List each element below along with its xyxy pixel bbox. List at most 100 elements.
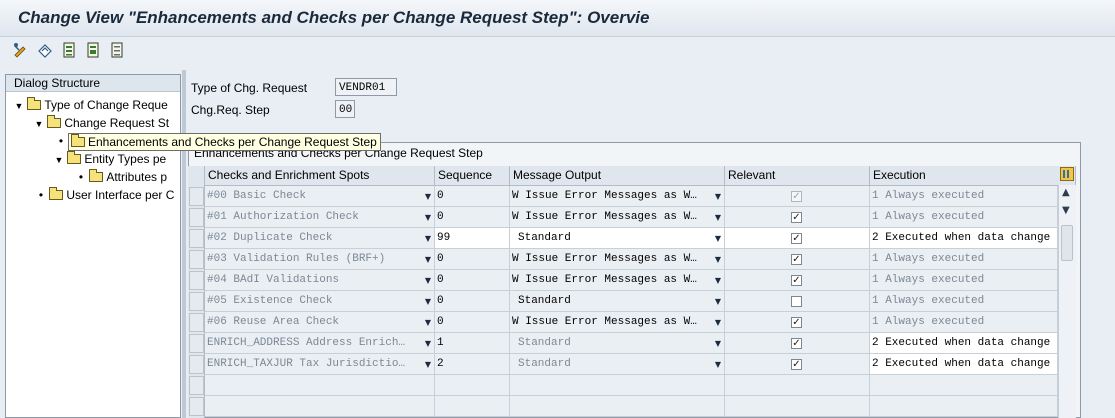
relevant-cell[interactable]: ✓ [725,354,870,375]
select-all-icon[interactable] [60,41,78,59]
panel-splitter[interactable] [182,70,186,418]
sequence-cell[interactable]: 0 [435,312,510,333]
dropdown-arrow-icon[interactable]: ▼ [425,291,431,311]
scroll-down-icon[interactable]: ▼ [1062,205,1070,216]
relevant-checkbox[interactable]: ✓ [791,191,802,202]
sequence-cell[interactable]: 0 [435,207,510,228]
expand-triangle-icon[interactable]: ▼ [54,151,64,169]
row-selector[interactable] [189,187,204,206]
relevant-cell[interactable] [725,291,870,312]
relevant-checkbox[interactable]: ✓ [791,338,802,349]
dropdown-arrow-icon[interactable]: ▼ [715,207,721,227]
sequence-cell[interactable]: 0 [435,270,510,291]
relevant-checkbox[interactable]: ✓ [791,212,802,223]
scroll-up-icon[interactable]: ▲ [1062,187,1070,198]
execution-cell[interactable]: 2 Executed when data change [870,333,1058,354]
execution-cell[interactable]: 1 Always executed [870,207,1058,228]
relevant-checkbox[interactable]: ✓ [791,254,802,265]
checks-cell[interactable]: #02 Duplicate Check ▼ [205,228,435,249]
checks-cell[interactable]: #05 Existence Check ▼ [205,291,435,312]
relevant-cell[interactable]: ✓ [725,186,870,207]
relevant-cell[interactable]: ✓ [725,270,870,291]
change-request-step-field[interactable]: 00 [335,100,355,118]
display-change-icon[interactable] [12,41,30,59]
message-output-cell[interactable]: W Issue Error Messages as W… ▼ [510,186,725,207]
checks-cell[interactable]: #03 Validation Rules (BRF+) ▼ [205,249,435,270]
dropdown-arrow-icon[interactable]: ▼ [715,333,721,353]
column-header-sequence[interactable]: Sequence [435,166,510,185]
sequence-cell[interactable]: 0 [435,249,510,270]
dropdown-arrow-icon[interactable]: ▼ [425,312,431,332]
dropdown-arrow-icon[interactable]: ▼ [425,228,431,248]
sequence-cell[interactable]: 0 [435,186,510,207]
dropdown-arrow-icon[interactable]: ▼ [715,354,721,374]
message-output-cell[interactable]: Standard ▼ [510,228,725,249]
dropdown-arrow-icon[interactable]: ▼ [425,354,431,374]
row-selector[interactable] [189,397,204,416]
execution-cell[interactable]: 1 Always executed [870,270,1058,291]
select-block-icon[interactable] [84,41,102,59]
table-settings-icon[interactable] [1060,167,1074,181]
relevant-cell[interactable]: ✓ [725,333,870,354]
sequence-cell[interactable]: 2 [435,354,510,375]
execution-cell[interactable]: 2 Executed when data change [870,228,1058,249]
checks-cell[interactable]: #01 Authorization Check ▼ [205,207,435,228]
dropdown-arrow-icon[interactable]: ▼ [425,270,431,290]
checks-cell[interactable]: ENRICH_ADDRESS Address Enrich… ▼ [205,333,435,354]
relevant-cell[interactable]: ✓ [725,249,870,270]
execution-cell[interactable]: 1 Always executed [870,291,1058,312]
row-selector[interactable] [189,376,204,395]
sequence-cell[interactable]: 0 [435,291,510,312]
execution-cell[interactable]: 2 Executed when data change [870,354,1058,375]
row-selector[interactable] [189,208,204,227]
row-selector[interactable] [189,292,204,311]
relevant-checkbox[interactable]: ✓ [791,317,802,328]
dropdown-arrow-icon[interactable]: ▼ [715,270,721,290]
column-header-message-output[interactable]: Message Output [510,166,725,185]
dropdown-arrow-icon[interactable]: ▼ [715,291,721,311]
row-selector[interactable] [189,271,204,290]
relevant-checkbox[interactable] [791,296,802,307]
sequence-cell[interactable]: 1 [435,333,510,354]
dropdown-arrow-icon[interactable]: ▼ [425,207,431,227]
tree-node-type-of-change-request[interactable]: ▼ Type of Change Reque [14,96,168,114]
column-header-relevant[interactable]: Relevant [725,166,870,185]
message-output-cell[interactable]: W Issue Error Messages as W… ▼ [510,270,725,291]
message-output-cell[interactable]: W Issue Error Messages as W… ▼ [510,312,725,333]
dropdown-arrow-icon[interactable]: ▼ [715,312,721,332]
message-output-cell[interactable]: Standard ▼ [510,354,725,375]
relevant-cell[interactable]: ✓ [725,207,870,228]
expand-triangle-icon[interactable]: ▼ [34,115,44,133]
sequence-cell[interactable]: 99 [435,228,510,249]
message-output-cell[interactable]: Standard ▼ [510,333,725,354]
dropdown-arrow-icon[interactable]: ▼ [425,333,431,353]
other-entry-icon[interactable] [36,41,54,59]
tree-node-user-interface[interactable]: • User Interface per C [36,186,174,204]
column-header-execution[interactable]: Execution [870,166,1076,185]
deselect-all-icon[interactable] [108,41,126,59]
tree-node-attributes[interactable]: • Attributes p [76,168,167,186]
checks-cell[interactable]: #00 Basic Check ▼ [205,186,435,207]
checks-cell[interactable]: #06 Reuse Area Check ▼ [205,312,435,333]
row-selector[interactable] [189,313,204,332]
row-selector[interactable] [189,355,204,374]
vertical-scrollbar[interactable]: ▲ ▼ [1058,185,1076,418]
execution-cell[interactable]: 1 Always executed [870,312,1058,333]
checks-cell[interactable]: ENRICH_TAXJUR Tax Jurisdictio… ▼ [205,354,435,375]
execution-cell[interactable]: 1 Always executed [870,249,1058,270]
execution-cell[interactable]: 1 Always executed [870,186,1058,207]
tree-node-entity-types[interactable]: ▼ Entity Types pe [54,150,166,168]
relevant-checkbox[interactable]: ✓ [791,359,802,370]
checks-cell[interactable]: #04 BAdI Validations ▼ [205,270,435,291]
dropdown-arrow-icon[interactable]: ▼ [715,186,721,206]
expand-triangle-icon[interactable]: ▼ [14,97,24,115]
message-output-cell[interactable]: W Issue Error Messages as W… ▼ [510,207,725,228]
relevant-checkbox[interactable]: ✓ [791,233,802,244]
dropdown-arrow-icon[interactable]: ▼ [715,249,721,269]
relevant-checkbox[interactable]: ✓ [791,275,802,286]
dropdown-arrow-icon[interactable]: ▼ [715,228,721,248]
type-of-change-request-field[interactable]: VENDR01 [335,78,397,96]
message-output-cell[interactable]: Standard ▼ [510,291,725,312]
column-header-checks[interactable]: Checks and Enrichment Spots [205,166,435,185]
message-output-cell[interactable]: W Issue Error Messages as W… ▼ [510,249,725,270]
